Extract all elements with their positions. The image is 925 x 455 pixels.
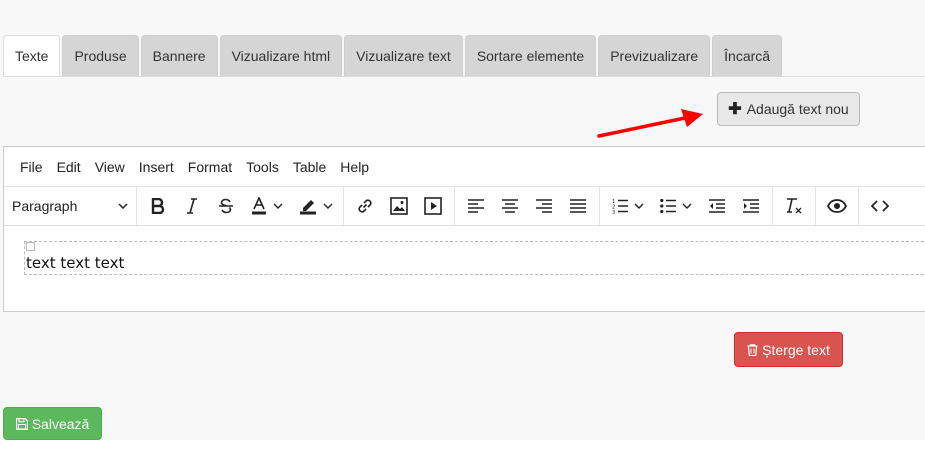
red-arrow-icon xyxy=(597,109,703,138)
source-code-icon xyxy=(871,200,889,212)
editor-menubar: File Edit View Insert Format Tools Table… xyxy=(4,147,925,187)
align-left-icon xyxy=(468,199,484,213)
image-icon xyxy=(390,197,408,215)
tab-produse[interactable]: Produse xyxy=(62,35,139,76)
editor-content-area[interactable]: text text text xyxy=(4,226,925,312)
block-format-value: Paragraph xyxy=(12,198,78,214)
highlight-icon xyxy=(300,200,316,215)
bullet-list-button[interactable] xyxy=(652,191,700,221)
tab-vizualizare-text[interactable]: Vizualizare text xyxy=(344,35,463,76)
outdent-icon xyxy=(709,199,725,213)
add-text-button[interactable]: ✚ Adaugă text nou xyxy=(717,92,860,126)
menu-file[interactable]: File xyxy=(13,147,50,187)
tab-vizualizare-html[interactable]: Vizualizare html xyxy=(219,35,343,76)
tab-texte[interactable]: Texte xyxy=(3,35,61,77)
numbered-list-button[interactable]: 123 xyxy=(604,191,652,221)
insert-image-button[interactable] xyxy=(382,191,416,221)
menu-table[interactable]: Table xyxy=(286,147,333,187)
italic-icon xyxy=(187,198,197,214)
chevron-down-icon xyxy=(634,203,644,209)
save-button[interactable]: Salvează xyxy=(3,407,102,440)
indent-icon xyxy=(743,199,759,213)
menu-help[interactable]: Help xyxy=(333,147,376,187)
indent-button[interactable] xyxy=(734,191,768,221)
highlight-color-button[interactable] xyxy=(291,191,339,221)
menu-tools[interactable]: Tools xyxy=(239,147,286,187)
menu-view[interactable]: View xyxy=(88,147,132,187)
floppy-disk-icon xyxy=(15,417,28,430)
broken-image-icon xyxy=(26,242,35,251)
clear-formatting-button[interactable] xyxy=(777,191,811,221)
plus-icon: ✚ xyxy=(728,101,742,118)
chevron-down-icon xyxy=(323,203,333,209)
preview-icon xyxy=(827,199,847,213)
chevron-down-icon xyxy=(118,203,128,209)
tabs-divider xyxy=(3,76,925,77)
save-button-label: Salvează xyxy=(31,415,90,432)
text-color-button[interactable] xyxy=(243,191,291,221)
align-justify-icon xyxy=(570,199,586,213)
align-center-button[interactable] xyxy=(493,191,527,221)
align-left-button[interactable] xyxy=(459,191,493,221)
chevron-down-icon xyxy=(273,203,283,209)
insert-link-button[interactable] xyxy=(348,191,382,221)
delete-text-button[interactable]: Șterge text xyxy=(734,332,843,367)
italic-button[interactable] xyxy=(175,191,209,221)
tab-incarca[interactable]: Încarcă xyxy=(712,35,783,76)
tab-previzualizare[interactable]: Previzualizare xyxy=(598,35,711,76)
align-right-icon xyxy=(536,199,552,213)
bullet-list-icon xyxy=(660,198,676,214)
menu-insert[interactable]: Insert xyxy=(132,147,181,187)
svg-text:3: 3 xyxy=(612,210,615,214)
bold-button[interactable] xyxy=(141,191,175,221)
insert-media-button[interactable] xyxy=(416,191,450,221)
strikethrough-button[interactable] xyxy=(209,191,243,221)
align-right-button[interactable] xyxy=(527,191,561,221)
preview-button[interactable] xyxy=(820,191,854,221)
add-text-button-label: Adaugă text nou xyxy=(746,101,849,117)
menu-format[interactable]: Format xyxy=(181,147,239,187)
source-code-button[interactable] xyxy=(863,191,897,221)
editor-toolbar: Paragraph 1 2 3 xyxy=(4,186,925,226)
align-justify-button[interactable] xyxy=(561,191,595,221)
bold-icon xyxy=(151,198,165,214)
chevron-down-icon xyxy=(682,203,692,209)
menu-edit[interactable]: Edit xyxy=(50,147,88,187)
tab-bannere[interactable]: Bannere xyxy=(140,35,218,76)
tab-sortare-elemente[interactable]: Sortare elemente xyxy=(464,35,597,76)
clear-format-icon xyxy=(787,198,802,214)
strikethrough-icon xyxy=(219,198,233,214)
text-color-icon xyxy=(252,197,266,215)
link-icon xyxy=(358,199,372,213)
numbered-list-icon: 123 xyxy=(612,199,628,214)
tab-bar: Texte Produse Bannere Vizualizare html V… xyxy=(3,35,784,77)
editor-text[interactable]: text text text xyxy=(26,254,124,272)
content-block[interactable]: text text text xyxy=(24,241,925,275)
outdent-button[interactable] xyxy=(700,191,734,221)
block-format-select[interactable]: Paragraph xyxy=(4,187,136,226)
delete-text-button-label: Șterge text xyxy=(762,341,830,358)
rich-text-editor: File Edit View Insert Format Tools Table… xyxy=(3,146,925,312)
trash-icon xyxy=(747,343,758,356)
media-icon xyxy=(424,197,442,215)
align-center-icon xyxy=(502,199,518,213)
